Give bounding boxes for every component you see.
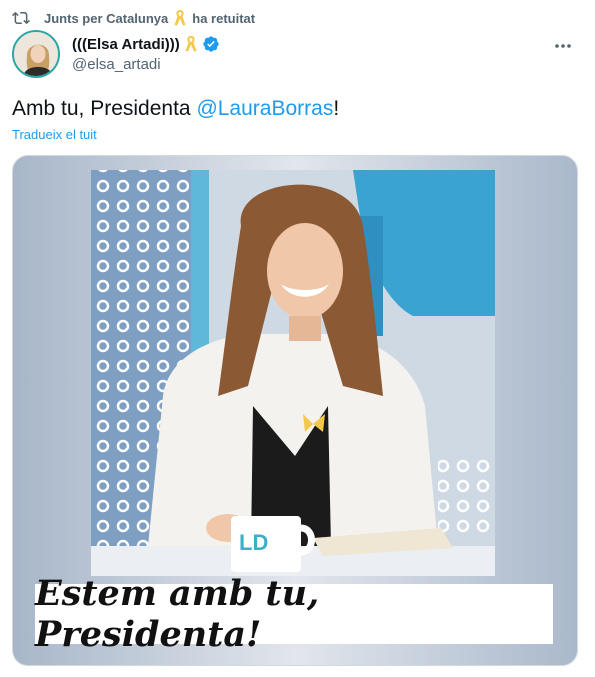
more-icon[interactable]: [553, 38, 573, 48]
retweet-action-label: ha retuitat: [192, 10, 256, 26]
author-display-name[interactable]: (((Elsa Artadi))): [72, 36, 180, 53]
yellow-ribbon-icon: [185, 36, 197, 52]
mug-logo-text: LD: [239, 530, 268, 555]
tweet-text-part: !: [333, 97, 340, 120]
retweet-context: Junts per Catalunya ha retuitat: [12, 8, 255, 28]
author-name-row[interactable]: (((Elsa Artadi))): [72, 35, 220, 53]
tweet-text: Amb tu, Presidenta @LauraBorras!: [12, 96, 339, 122]
yellow-ribbon-icon: [174, 10, 186, 26]
retweet-icon: [12, 9, 30, 27]
mention-link[interactable]: @LauraBorras: [196, 97, 333, 120]
translate-tweet-link[interactable]: Tradueix el tuit: [12, 127, 97, 142]
author-handle[interactable]: @elsa_artadi: [72, 56, 161, 73]
avatar[interactable]: [12, 30, 60, 78]
image-caption: Estem amb tu, Presidenta!: [35, 573, 553, 655]
tweet-text-part: Amb tu, Presidenta: [12, 97, 197, 120]
verified-badge-icon: [202, 35, 220, 53]
retweeter-name[interactable]: Junts per Catalunya: [44, 11, 168, 26]
tweet-media-image[interactable]: LD Estem amb tu, Presidenta!: [12, 155, 578, 666]
